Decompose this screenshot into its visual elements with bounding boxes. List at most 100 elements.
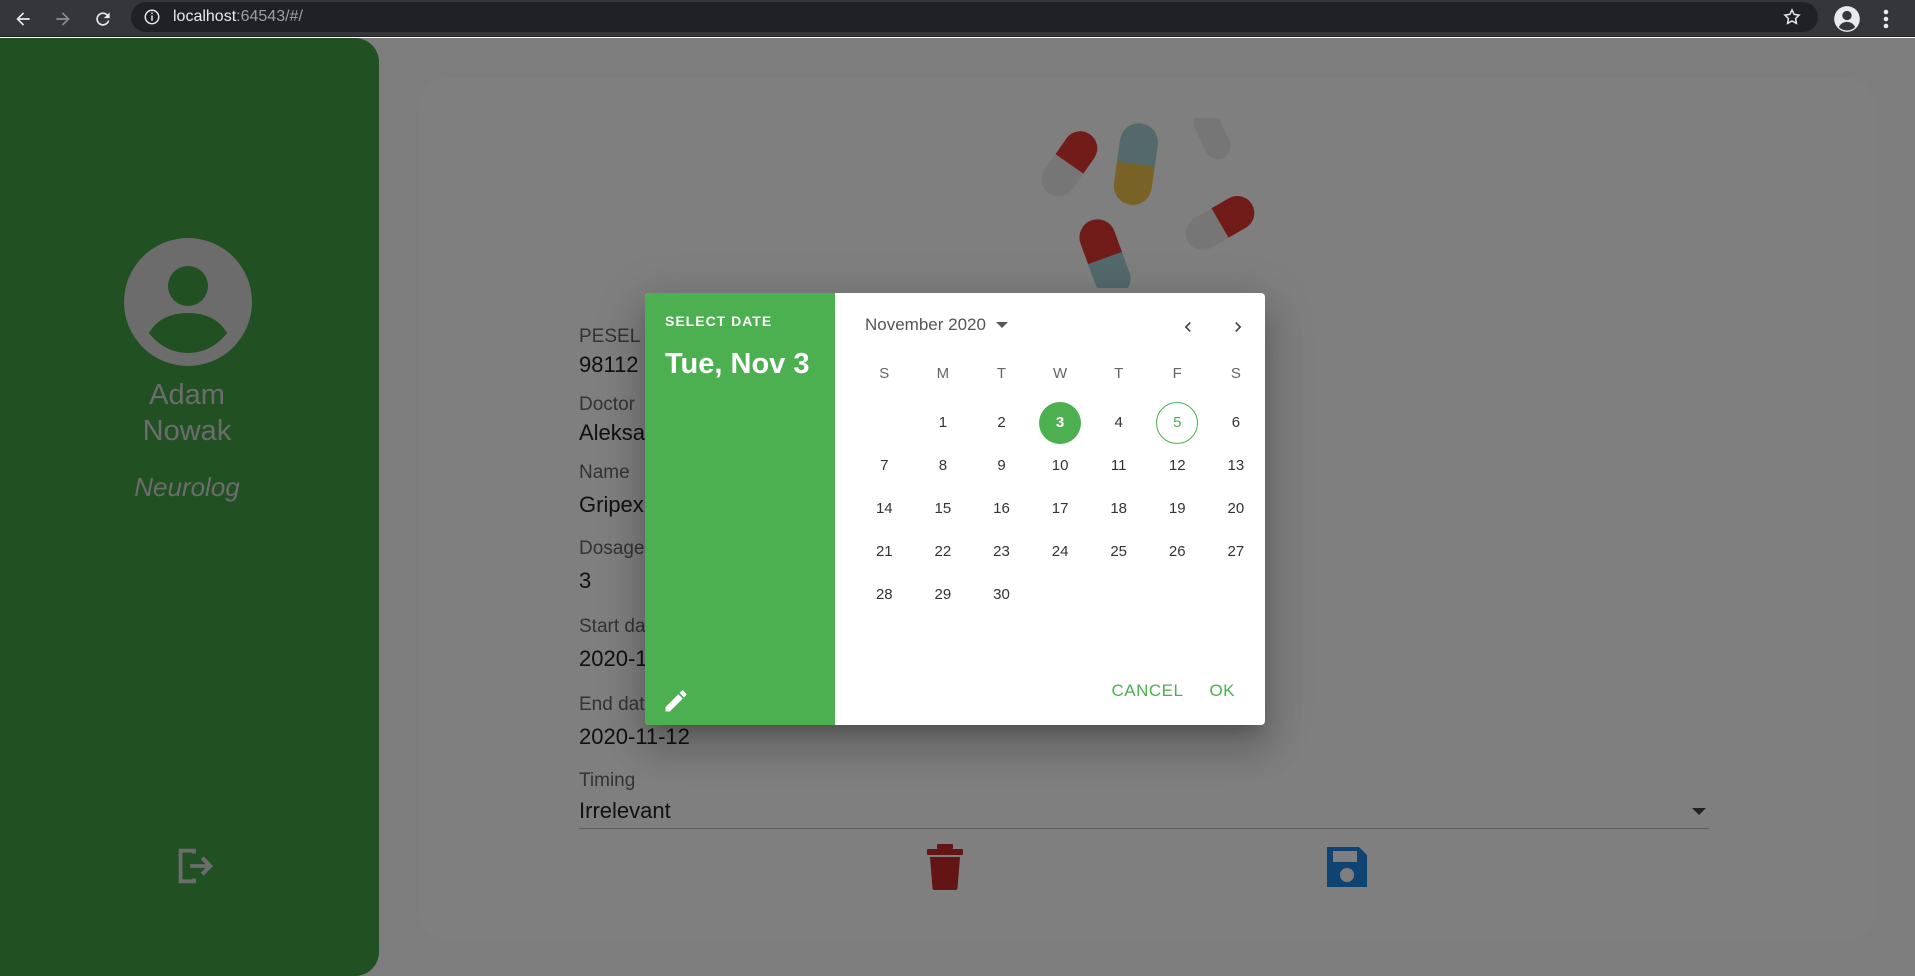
weekday-label: M (936, 365, 950, 382)
calendar-day[interactable]: 27 (1207, 530, 1265, 573)
calendar-day-number: 3 (1039, 401, 1082, 444)
calendar-day-number: 1 (938, 414, 948, 431)
dialog-actions: CANCEL OK (1111, 681, 1235, 701)
calendar-day-number: 29 (934, 586, 952, 603)
calendar-day[interactable]: 7 (855, 444, 914, 487)
calendar-day-number: 4 (1114, 414, 1123, 431)
calendar-day[interactable]: 3 (1031, 401, 1090, 444)
cancel-button[interactable]: CANCEL (1111, 681, 1183, 701)
weekday-label: T (1114, 365, 1124, 382)
address-bar[interactable]: localhost:64543/#/ (131, 2, 1818, 32)
calendar-day-number: 18 (1110, 500, 1128, 517)
weekday-label: W (1052, 365, 1068, 382)
select-date-label: SELECT DATE (665, 313, 773, 329)
url-host: localhost (173, 8, 237, 25)
weekday-label: S (1230, 365, 1241, 382)
calendar-day[interactable]: 29 (914, 573, 973, 616)
calendar-day-number: 7 (880, 457, 889, 474)
calendar-day[interactable]: 21 (855, 530, 914, 573)
back-button[interactable] (4, 0, 41, 37)
calendar-day[interactable]: 14 (855, 487, 914, 530)
calendar-day[interactable]: 15 (914, 487, 973, 530)
calendar-day-number: 8 (938, 457, 948, 474)
calendar-day-number: 22 (934, 543, 952, 560)
calendar-day-number: 13 (1227, 457, 1245, 474)
calendar-day[interactable]: 4 (1089, 401, 1148, 444)
calendar-day[interactable]: 30 (972, 573, 1031, 616)
calendar-day-number: 10 (1051, 457, 1069, 474)
profile-icon[interactable] (1833, 5, 1861, 33)
calendar-day-number: 23 (993, 543, 1010, 560)
calendar-empty-cell (855, 401, 914, 444)
calendar-day[interactable]: 25 (1089, 530, 1148, 573)
next-month-button[interactable] (1222, 311, 1254, 343)
previous-month-button[interactable] (1172, 311, 1204, 343)
calendar-day[interactable]: 23 (972, 530, 1031, 573)
calendar-day[interactable]: 13 (1207, 444, 1265, 487)
calendar-day[interactable]: 5 (1148, 401, 1207, 444)
calendar-day[interactable]: 1 (914, 401, 973, 444)
calendar-day[interactable]: 22 (914, 530, 973, 573)
calendar-day-number: 26 (1168, 543, 1186, 560)
calendar-day[interactable]: 20 (1207, 487, 1265, 530)
bookmark-star-icon[interactable] (1782, 7, 1802, 27)
calendar-day[interactable]: 2 (972, 401, 1031, 444)
weekday-label: F (1172, 365, 1182, 382)
calendar-day-number: 17 (1051, 500, 1069, 517)
calendar-day-number: 14 (875, 500, 893, 517)
forward-button[interactable] (44, 0, 81, 37)
chevron-right-icon (1235, 322, 1242, 332)
chevron-down-icon (995, 322, 1008, 328)
calendar-day-number: 2 (997, 414, 1006, 431)
calendar-day[interactable]: 24 (1031, 530, 1090, 573)
weekday-label: S (879, 365, 890, 382)
calendar-day-number: 19 (1168, 500, 1186, 517)
calendar-day[interactable]: 8 (914, 444, 973, 487)
selected-date-display: Tue, Nov 3 (665, 348, 810, 380)
reload-icon (95, 11, 110, 26)
calendar-day[interactable]: 19 (1148, 487, 1207, 530)
weekday-label: T (996, 365, 1007, 382)
calendar-day[interactable]: 12 (1148, 444, 1207, 487)
calendar-day-number: 11 (1110, 457, 1127, 474)
month-year-label: November 2020 (865, 315, 986, 334)
reload-button[interactable] (84, 0, 121, 37)
calendar-day-number: 21 (875, 543, 893, 560)
calendar-day[interactable]: 18 (1089, 487, 1148, 530)
calendar-day-number: 30 (993, 586, 1010, 603)
site-info-icon[interactable] (143, 8, 161, 26)
weekday-header-row: SMTWTFS (855, 365, 1265, 385)
calendar-day[interactable]: 6 (1207, 401, 1265, 444)
ok-button[interactable]: OK (1209, 681, 1235, 701)
date-picker-body: November 2020 SMTWTFS 1 2 3 4 5 6 7 8 9 10 11 12 13 1… (835, 293, 1265, 725)
more-menu-icon[interactable] (1876, 5, 1896, 33)
calendar-day[interactable]: 28 (855, 573, 914, 616)
month-year-selector[interactable]: November 2020 (865, 315, 1008, 335)
calendar-day-number: 24 (1051, 543, 1069, 560)
edit-pencil-icon[interactable] (662, 687, 690, 715)
date-picker-header: SELECT DATE Tue, Nov 3 (645, 293, 835, 725)
calendar-day[interactable]: 9 (972, 444, 1031, 487)
url-path: :64543/#/ (236, 8, 303, 25)
browser-toolbar: localhost:64543/#/ (0, 0, 1915, 37)
url-text: localhost:64543/#/ (173, 8, 303, 26)
calendar-day-grid: 1 2 3 4 5 6 7 8 9 10 11 12 13 14 15 16 17 18 19 20 21 22 23 24 2… (855, 401, 1265, 616)
calendar-day[interactable]: 11 (1089, 444, 1148, 487)
calendar-day-number: 16 (993, 500, 1010, 517)
chevron-left-icon (1184, 322, 1191, 332)
back-arrow-icon (15, 11, 30, 26)
calendar-day[interactable]: 26 (1148, 530, 1207, 573)
date-picker-dialog: SELECT DATE Tue, Nov 3 November 2020 S M T… (645, 293, 1265, 725)
calendar-day-number: 25 (1110, 543, 1128, 560)
calendar-day[interactable]: 10 (1031, 444, 1090, 487)
calendar-day-number: 27 (1227, 543, 1245, 560)
calendar-day[interactable]: 16 (972, 487, 1031, 530)
forward-arrow-icon (55, 11, 70, 26)
calendar-day-number: 15 (934, 500, 952, 517)
calendar-day[interactable]: 17 (1031, 487, 1090, 530)
calendar-day-number: 9 (997, 457, 1006, 474)
calendar-day-number: 20 (1227, 500, 1245, 517)
calendar-day-number: 12 (1168, 457, 1186, 474)
calendar-day-number: 28 (875, 586, 893, 603)
calendar-day-number: 6 (1231, 414, 1241, 431)
